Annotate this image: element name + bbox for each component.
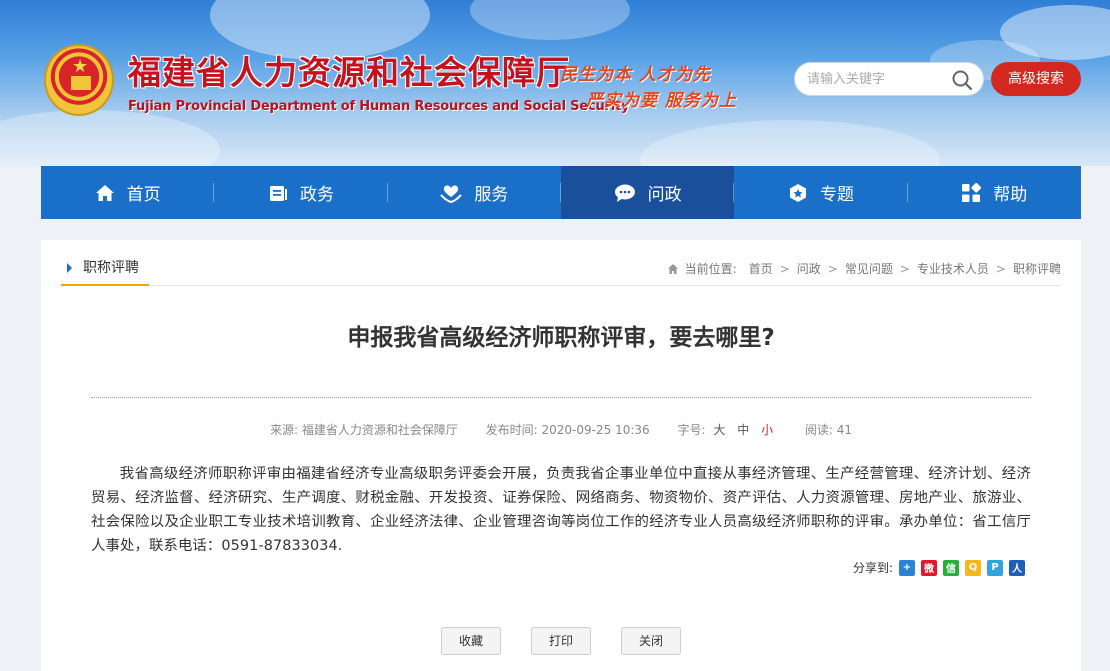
badge-icon — [789, 183, 806, 202]
national-emblem-logo[interactable]: ★ — [44, 44, 114, 116]
more-share-icon[interactable]: + — [899, 559, 915, 576]
site-title[interactable]: 福建省人力资源和社会保障厅 — [128, 46, 570, 94]
print-button[interactable]: 打印 — [531, 627, 591, 655]
article-title: 申报我省高级经济师职称评审，要去哪里? — [347, 325, 775, 351]
breadcrumb-separator: > — [899, 261, 910, 276]
main-nav: 首页 政务 服务 问政 专题 帮助 — [41, 166, 1081, 219]
breadcrumb-link-title-review[interactable]: 职称评聘 — [1013, 260, 1061, 277]
nav-item-label: 帮助 — [993, 185, 1028, 205]
font-size-small-button[interactable]: 小 — [761, 423, 773, 437]
section-tab[interactable]: 职称评聘 — [61, 254, 149, 286]
nav-item-label: 专题 — [819, 185, 854, 205]
divider — [91, 397, 1031, 398]
content-panel: 职称评聘 当前位置: 首页 > 问政 > 常见问题 > 专业技术人员 > 职称评… — [41, 240, 1081, 671]
breadcrumb-link-inquiry[interactable]: 问政 — [797, 260, 821, 277]
emblem-gate-icon — [71, 76, 91, 90]
home-icon — [95, 184, 114, 201]
home-icon — [667, 263, 678, 274]
nav-item-label: 首页 — [126, 185, 161, 205]
nav-item-help[interactable]: 帮助 — [908, 166, 1081, 219]
slogan-line-2: 严实为要 服务为上 — [586, 91, 737, 111]
breadcrumb-separator: > — [827, 261, 838, 276]
article-time: 发布时间: 2020-09-25 10:36 — [485, 423, 650, 437]
share-label: 分享到: — [852, 561, 893, 575]
search-icon[interactable] — [951, 69, 973, 91]
chat-icon — [614, 184, 635, 202]
breadcrumb-link-home[interactable]: 首页 — [749, 260, 773, 277]
weibo-icon[interactable]: 微 — [921, 559, 937, 576]
breadcrumb-separator: > — [779, 261, 790, 276]
nav-item-label: 政务 — [299, 185, 334, 205]
section-tab-label: 职称评聘 — [83, 260, 139, 276]
advanced-search-button[interactable]: 高级搜索 — [991, 62, 1081, 96]
share-bar: 分享到: + 微 信 Q P 人 — [853, 559, 1025, 576]
article-views: 阅读: 41 — [804, 423, 853, 437]
collect-button[interactable]: 收藏 — [441, 627, 501, 655]
search-input[interactable] — [807, 63, 947, 95]
nav-item-government[interactable]: 政务 — [214, 166, 388, 219]
nav-item-service[interactable]: 服务 — [388, 166, 561, 219]
breadcrumb-prefix: 当前位置: — [684, 262, 737, 276]
document-icon — [269, 185, 287, 201]
renren-icon[interactable]: 人 — [1009, 559, 1025, 576]
article-meta: 来源: 福建省人力资源和社会保障厅 发布时间: 2020-09-25 10:36… — [41, 421, 1081, 438]
site-header: ★ 福建省人力资源和社会保障厅 Fujian Provincial Depart… — [0, 0, 1110, 166]
breadcrumb-separator: > — [995, 261, 1006, 276]
font-size-control: 字号: 大 中 小 — [677, 423, 774, 437]
article-source: 来源: 福建省人力资源和社会保障厅 — [269, 423, 458, 437]
nav-item-label: 问政 — [647, 185, 682, 205]
section-tabbar: 职称评聘 当前位置: 首页 > 问政 > 常见问题 > 专业技术人员 > 职称评… — [61, 254, 1061, 286]
font-size-large-button[interactable]: 大 — [713, 423, 725, 437]
font-size-medium-button[interactable]: 中 — [737, 423, 749, 437]
tencent-weibo-icon[interactable]: P — [987, 559, 1003, 576]
emblem-star-icon: ★ — [72, 56, 89, 77]
search-box — [794, 62, 984, 96]
nav-item-home[interactable]: 首页 — [41, 166, 215, 219]
service-icon — [440, 185, 463, 203]
breadcrumb-link-faq[interactable]: 常见问题 — [845, 260, 893, 277]
breadcrumb: 当前位置: 首页 > 问政 > 常见问题 > 专业技术人员 > 职称评聘 — [667, 260, 1061, 277]
article-body: 我省高级经济师职称评审由福建省经济专业高级职务评委会开展，负责我省企事业单位中直… — [91, 466, 1031, 554]
close-button[interactable]: 关闭 — [621, 627, 681, 655]
chevron-right-icon — [67, 263, 72, 273]
nav-item-label: 服务 — [474, 185, 509, 205]
slogan-line-1: 民生为本 人才为先 — [560, 65, 711, 85]
breadcrumb-link-professionals[interactable]: 专业技术人员 — [917, 260, 989, 277]
wechat-icon[interactable]: 信 — [943, 559, 959, 576]
site-subtitle: Fujian Provincial Department of Human Re… — [128, 99, 630, 114]
nav-item-topics[interactable]: 专题 — [734, 166, 908, 219]
article-actions: 收藏 打印 关闭 — [441, 627, 711, 655]
grid-icon — [962, 182, 982, 202]
qzone-icon[interactable]: Q — [965, 559, 981, 576]
nav-item-inquiry[interactable]: 问政 — [560, 166, 735, 219]
